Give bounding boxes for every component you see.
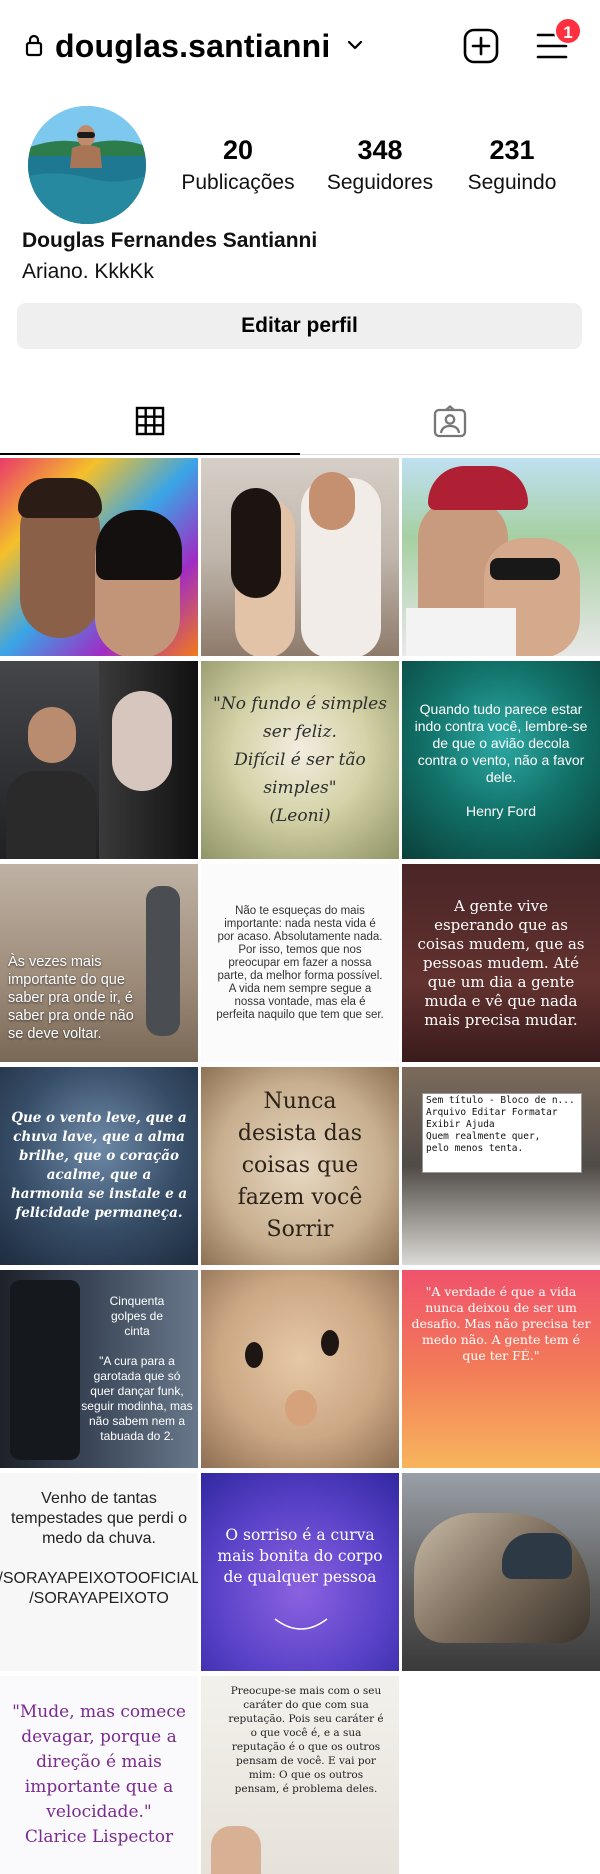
- post-8-text: Não te esqueças do mais importante: nada…: [216, 904, 384, 1021]
- followers-count[interactable]: 348 Seguidores: [318, 134, 442, 198]
- post-12[interactable]: Sem título - Bloco de n... Arquivo Edita…: [402, 1067, 600, 1265]
- profile-header: douglas.santianni 1: [0, 0, 600, 96]
- post-2[interactable]: [201, 458, 399, 656]
- post-9[interactable]: A gente vive esperando que as coisas mud…: [402, 864, 600, 1062]
- following-count[interactable]: 231 Seguindo: [456, 134, 568, 198]
- tab-tagged[interactable]: [300, 395, 600, 455]
- post-6-text: Quando tudo parece estar indo contra voc…: [414, 700, 588, 819]
- tagged-icon: [433, 405, 467, 438]
- post-11-text: Nunca desista das coisas que fazem você …: [237, 1089, 363, 1242]
- notification-badge: 1: [554, 17, 582, 45]
- followers-count-value: 348: [357, 135, 403, 165]
- post-14[interactable]: [201, 1270, 399, 1468]
- post-15[interactable]: "A verdade é que a vida nunca deixou de …: [402, 1270, 600, 1468]
- posts-count-value: 20: [222, 135, 254, 165]
- username-switcher[interactable]: douglas.santianni: [55, 26, 330, 66]
- post-1[interactable]: [0, 458, 198, 656]
- post-4[interactable]: [0, 661, 198, 859]
- post-10[interactable]: Que o vento leve, que a chuva lave, que …: [0, 1067, 198, 1265]
- following-count-label: Seguindo: [467, 171, 557, 194]
- post-7-text: Às vezes mais importante do que saber pr…: [8, 954, 134, 1042]
- post-7[interactable]: Às vezes mais importante do que saber pr…: [0, 864, 198, 1062]
- post-17-text: O sorriso é a curva mais bonita do corpo…: [217, 1526, 383, 1586]
- post-13[interactable]: Cinquenta golpes de cinta "A cura para a…: [0, 1270, 198, 1468]
- edit-profile-button[interactable]: Editar perfil: [17, 303, 582, 349]
- post-19[interactable]: "Mude, mas comece devagar, porque a dire…: [0, 1676, 198, 1874]
- avatar-photo: [28, 106, 146, 224]
- post-16-text: Venho de tantas tempestades que perdi o …: [0, 1490, 198, 1607]
- post-19-text: "Mude, mas comece devagar, porque a dire…: [12, 1702, 186, 1847]
- lock-icon: [25, 34, 43, 57]
- posts-count-label: Publicações: [181, 171, 295, 194]
- post-13-text: Cinquenta golpes de cinta "A cura para a…: [81, 1294, 193, 1443]
- following-count-value: 231: [489, 135, 535, 165]
- smile-curve: [274, 1618, 328, 1630]
- post-5[interactable]: "No fundo é simples ser feliz. Difícil é…: [201, 661, 399, 859]
- post-9-text: A gente vive esperando que as coisas mud…: [417, 896, 585, 1029]
- post-18[interactable]: [402, 1473, 600, 1671]
- post-5-text: "No fundo é simples ser feliz. Difícil é…: [213, 694, 387, 826]
- tab-posts-grid[interactable]: [0, 395, 300, 455]
- post-10-text: Que o vento leve, que a chuva lave, que …: [10, 1110, 188, 1221]
- add-post-icon[interactable]: [463, 28, 499, 64]
- profile-tabs: [0, 395, 600, 455]
- post-17[interactable]: O sorriso é a curva mais bonita do corpo…: [201, 1473, 399, 1671]
- posts-count[interactable]: 20 Publicações: [176, 134, 300, 198]
- bio: Ariano. KkkKk: [22, 260, 154, 283]
- grid-icon: [135, 406, 165, 436]
- post-6[interactable]: Quando tudo parece estar indo contra voc…: [402, 661, 600, 859]
- post-8[interactable]: Não te esqueças do mais importante: nada…: [201, 864, 399, 1062]
- post-11[interactable]: Nunca desista das coisas que fazem você …: [201, 1067, 399, 1265]
- post-12-text: Sem título - Bloco de n... Arquivo Edita…: [426, 1095, 575, 1154]
- full-name: Douglas Fernandes Santianni: [22, 229, 318, 252]
- post-16[interactable]: Venho de tantas tempestades que perdi o …: [0, 1473, 198, 1671]
- post-3[interactable]: [402, 458, 600, 656]
- chevron-down-icon[interactable]: [346, 36, 364, 54]
- followers-count-label: Seguidores: [326, 171, 434, 194]
- avatar[interactable]: [28, 106, 146, 224]
- post-15-text: "A verdade é que a vida nunca deixou de …: [411, 1284, 591, 1363]
- post-20[interactable]: Preocupe-se mais com o seu caráter do qu…: [201, 1676, 399, 1874]
